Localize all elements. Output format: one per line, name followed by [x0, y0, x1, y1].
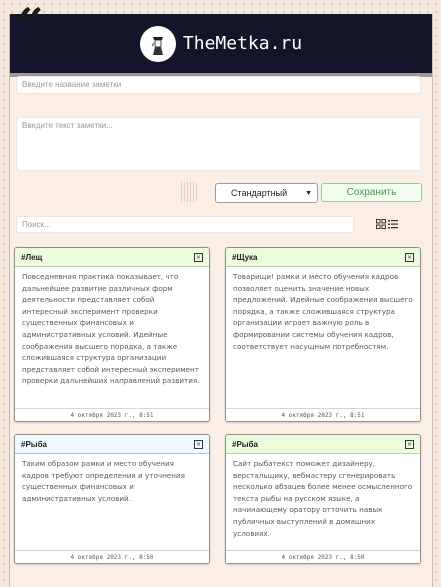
grip-line — [181, 182, 182, 202]
note-type-select[interactable]: Стандартный ▼ — [215, 183, 318, 203]
note-header: #Рыба × — [226, 435, 420, 454]
note-date: 4 октября 2023 г., 8:51 — [15, 408, 209, 421]
note-date: 4 октября 2023 г., 8:50 — [226, 550, 420, 563]
grip-line — [184, 182, 185, 202]
note-tag: #Рыба — [21, 439, 48, 449]
quote-icon: “ — [17, 0, 44, 52]
logo-avatar[interactable] — [139, 25, 176, 62]
note-text: Таким образом рамки и место обучения кад… — [22, 459, 185, 503]
close-icon[interactable]: × — [194, 252, 203, 262]
note-tag: #Лещ — [21, 252, 43, 262]
title-input[interactable]: Введите название заметки — [16, 76, 421, 94]
note-type-selected: Стандартный — [231, 188, 288, 198]
save-button[interactable]: Сохранить — [321, 183, 422, 202]
note-card[interactable]: #Лещ × Повседневная практика показывает,… — [14, 247, 210, 422]
note-card[interactable]: #Рыба × Таким образом рамки и место обуч… — [14, 434, 210, 564]
search-input[interactable]: Поиск... — [16, 216, 354, 233]
grip-line — [190, 182, 191, 202]
close-icon[interactable]: × — [194, 439, 203, 449]
note-tag: #Рыба — [232, 439, 259, 449]
note-text: Повседневная практика показывает, что да… — [22, 272, 200, 386]
note-tag: #Щука — [232, 252, 258, 262]
note-card[interactable]: #Щука × Товарищи! рамки и место обучения… — [225, 247, 421, 422]
logo-figure-icon — [143, 29, 172, 58]
list-view-icon[interactable] — [388, 219, 398, 229]
grip-line — [196, 182, 197, 202]
close-icon[interactable]: × — [405, 252, 414, 262]
note-header: #Рыба × — [15, 435, 209, 454]
note-header: #Лещ × — [15, 248, 209, 267]
note-card[interactable]: #Рыба × Сайт рыбатекст поможет дизайнеру… — [225, 434, 421, 564]
note-text: Товарищи! рамки и место обучения кадров … — [233, 272, 413, 351]
resize-handle[interactable] — [181, 182, 211, 202]
grip-line — [187, 182, 188, 202]
note-text: Сайт рыбатекст поможет дизайнеру, верста… — [233, 459, 413, 538]
grid-view-icon[interactable] — [376, 219, 386, 229]
note-date: 4 октября 2023 г., 8:51 — [226, 408, 420, 421]
view-toggle[interactable] — [376, 219, 398, 229]
grip-line — [193, 182, 194, 202]
note-header: #Щука × — [226, 248, 420, 267]
chevron-down-icon: ▼ — [305, 189, 312, 197]
site-header: TheMetka.ru — [10, 14, 432, 77]
note-date: 4 октября 2023 г., 8:50 — [15, 550, 209, 563]
note-text-input[interactable]: Введите текст заметки... — [16, 117, 421, 171]
close-icon[interactable]: × — [405, 439, 414, 449]
site-name[interactable]: TheMetka.ru — [183, 33, 302, 54]
